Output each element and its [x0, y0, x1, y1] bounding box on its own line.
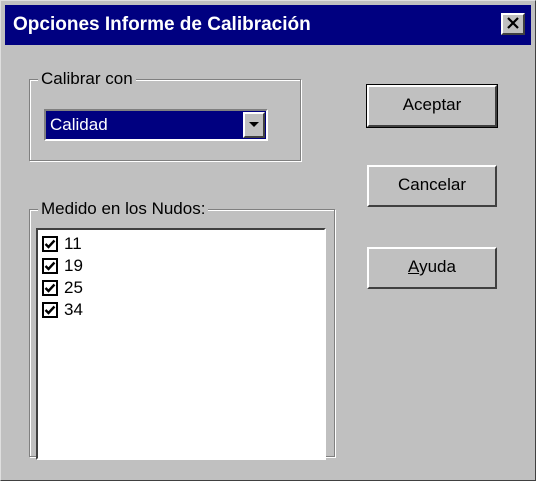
checkmark-icon [44, 261, 56, 271]
nodes-list[interactable]: 11 19 25 34 [36, 228, 326, 460]
calibrate-with-select[interactable]: Calidad [44, 109, 268, 141]
node-34-checkbox[interactable] [42, 302, 58, 318]
accept-button-label: Aceptar [402, 95, 462, 114]
calibrate-with-value: Calidad [50, 115, 108, 134]
node-19-checkbox[interactable] [42, 258, 58, 274]
calibrate-with-legend: Calibrar con [38, 69, 136, 89]
help-button[interactable]: Ayuda [367, 247, 497, 289]
help-button-mnemonic: A [408, 257, 420, 276]
accept-button[interactable]: Aceptar [366, 84, 498, 128]
node-11-checkbox[interactable] [42, 236, 58, 252]
node-34-label: 34 [64, 300, 83, 319]
node-19-label: 19 [64, 256, 83, 275]
help-button-label: Ayuda [408, 257, 456, 276]
measured-nodes-group: Medido en los Nudos: 11 19 25 34 [29, 199, 335, 460]
calibrate-with-group: Calibrar con Calidad [29, 69, 301, 161]
cancel-button-label: Cancelar [397, 175, 467, 194]
node-11-label: 11 [64, 234, 82, 253]
node-25-label: 25 [64, 278, 83, 297]
chevron-down-icon [249, 122, 259, 127]
dropdown-arrow-button[interactable] [243, 112, 265, 138]
help-button-label-rest: yuda [419, 257, 456, 276]
close-button[interactable] [501, 13, 525, 35]
node-25-checkbox[interactable] [42, 280, 58, 296]
title-bar[interactable]: Opciones Informe de Calibración [5, 5, 531, 45]
dialog-window: Opciones Informe de Calibración Calibrar… [0, 0, 536, 481]
checkmark-icon [44, 283, 56, 293]
checkmark-icon [44, 305, 56, 315]
close-icon [507, 17, 519, 29]
measured-nodes-legend: Medido en los Nudos: [38, 199, 209, 219]
window-title: Opciones Informe de Calibración [13, 14, 311, 35]
checkmark-icon [44, 239, 56, 249]
cancel-button[interactable]: Cancelar [367, 165, 497, 207]
